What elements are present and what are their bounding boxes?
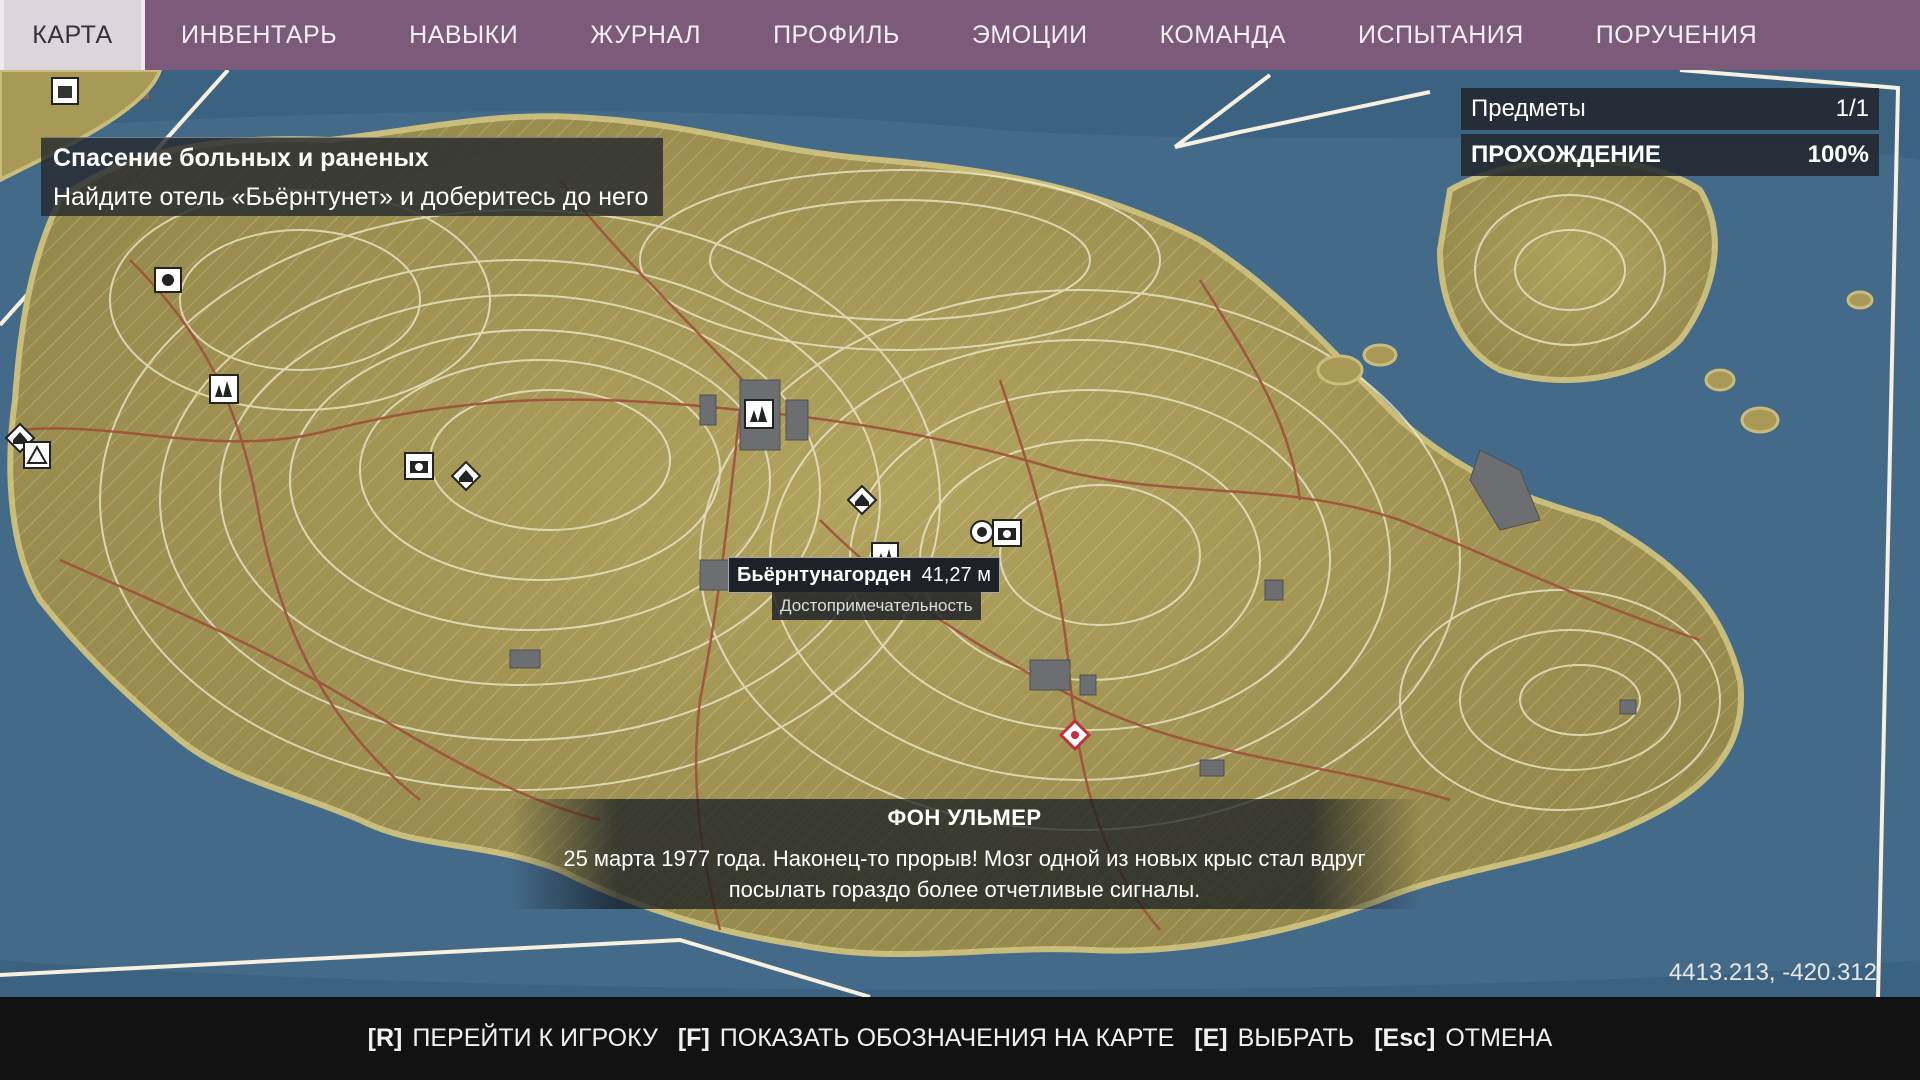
hint-show-map-legend[interactable]: [F] ПОКАЗАТЬ ОБОЗНАЧЕНИЯ НА КАРТЕ [678, 1024, 1174, 1053]
items-label: Предметы [1471, 95, 1586, 122]
stats-panel: Предметы 1/1 ПРОХОЖДЕНИЕ 100% [1461, 88, 1879, 176]
tab-challenges[interactable]: ИСПЫТАНИЯ [1322, 0, 1560, 70]
landmark-icon[interactable] [209, 374, 239, 404]
building-icon[interactable] [51, 77, 79, 105]
location-distance: 41,27 м [921, 563, 991, 586]
tab-profile[interactable]: ПРОФИЛЬ [737, 0, 936, 70]
tab-assignments[interactable]: ПОРУЧЕНИЯ [1560, 0, 1793, 70]
control-hints-bar: [R] ПЕРЕЙТИ К ИГРОКУ [F] ПОКАЗАТЬ ОБОЗНАЧЕ… [0, 997, 1920, 1080]
hint-go-to-player[interactable]: [R] ПЕРЕЙТИ К ИГРОКУ [368, 1024, 658, 1053]
completion-row: ПРОХОЖДЕНИЕ 100% [1461, 134, 1879, 176]
northeast-island [1436, 157, 1718, 383]
tab-inventory[interactable]: ИНВЕНТАРЬ [145, 0, 373, 70]
completion-value: 100% [1807, 141, 1869, 168]
hint-key: [R] [367, 1024, 403, 1052]
completion-label: ПРОХОЖДЕНИЕ [1471, 141, 1661, 168]
hint-key: [F] [677, 1024, 710, 1052]
subtitle-box: ФОН УЛЬМЕР 25 марта 1977 года. Наконец-т… [508, 799, 1421, 909]
player-marker-icon [970, 520, 994, 544]
objective-description: Найдите отель «Бьёрнтунет» и доберитесь … [53, 183, 649, 211]
location-tooltip: Бьёрнтунагорден 41,27 м [728, 557, 1000, 593]
location-name: Бьёрнтунагорден [737, 563, 912, 586]
cursor-coordinates: 4413.213, -420.312 [1668, 959, 1877, 986]
hint-label: ПЕРЕЙТИ К ИГРОКУ [412, 1024, 658, 1052]
hint-key: [Esc] [1374, 1024, 1436, 1052]
hint-select[interactable]: [E] ВЫБРАТЬ [1194, 1024, 1354, 1053]
hint-label: ПОКАЗАТЬ ОБОЗНАЧЕНИЯ НА КАРТЕ [719, 1024, 1175, 1052]
tent-icon[interactable] [23, 441, 51, 469]
landmark-icon[interactable] [744, 399, 774, 429]
camera-icon[interactable] [992, 519, 1022, 547]
tab-team[interactable]: КОМАНДА [1124, 0, 1322, 70]
subtitle-line: посылать гораздо более отчетливые сигнал… [728, 877, 1201, 902]
tab-map[interactable]: КАРТА [0, 0, 145, 70]
objective-panel: Спасение больных и раненых Найдите отель… [41, 137, 663, 216]
building-icon[interactable] [154, 267, 182, 293]
camera-icon[interactable] [404, 452, 434, 480]
subtitle-line: 25 марта 1977 года. Наконец-то прорыв! М… [563, 846, 1366, 871]
top-tab-bar: КАРТА ИНВЕНТАРЬ НАВЫКИ ЖУРНАЛ ПРОФИЛЬ ЭМ… [0, 0, 1920, 70]
hint-label: ОТМЕНА [1445, 1024, 1553, 1052]
hint-label: ВЫБРАТЬ [1237, 1024, 1355, 1052]
tab-journal[interactable]: ЖУРНАЛ [554, 0, 737, 70]
tab-skills[interactable]: НАВЫКИ [373, 0, 554, 70]
tab-emotes[interactable]: ЭМОЦИИ [936, 0, 1124, 70]
hint-cancel[interactable]: [Esc] ОТМЕНА [1374, 1024, 1552, 1053]
items-row: Предметы 1/1 [1461, 88, 1879, 130]
objective-title: Спасение больных и раненых [53, 144, 429, 172]
items-value: 1/1 [1835, 95, 1869, 122]
subtitle-speaker: ФОН УЛЬМЕР [887, 805, 1042, 830]
location-type: Достопримечательность [772, 592, 981, 620]
hint-key: [E] [1194, 1024, 1228, 1052]
